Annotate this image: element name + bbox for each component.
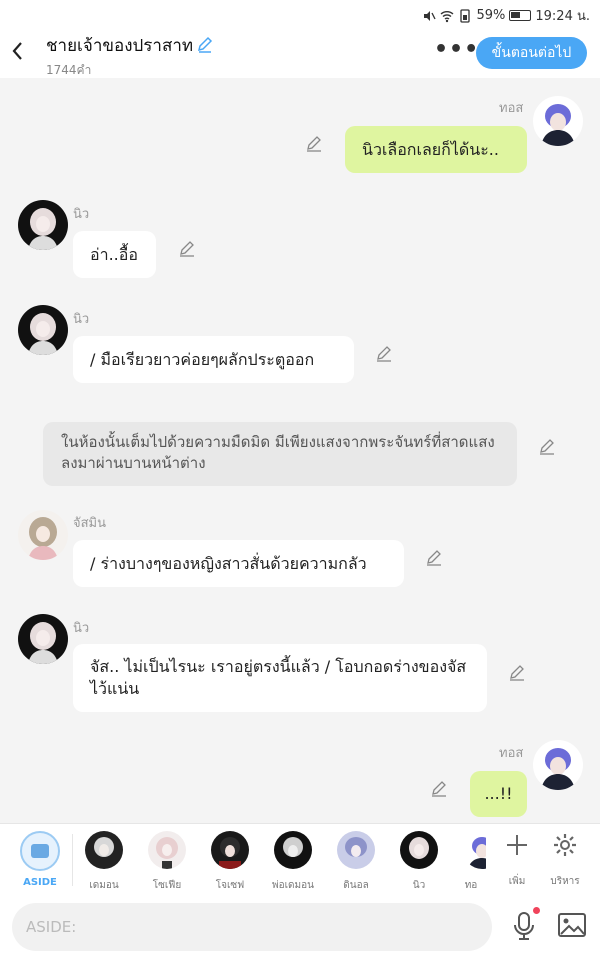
more-menu-button[interactable]: ••• (434, 39, 479, 61)
avatar (148, 831, 186, 869)
message-bubble[interactable]: นิวเลือกเลยก็ได้นะ.. (345, 126, 527, 173)
edit-pencil-icon[interactable] (375, 345, 393, 363)
narration-bubble[interactable]: ในห้องนั้นเต็มไปด้วยความมืดมิด มีเพียงแส… (43, 422, 517, 486)
character-name: ทอ (464, 880, 478, 891)
edit-pencil-icon[interactable] (430, 780, 448, 798)
wifi-icon (441, 10, 454, 22)
clock: 19:24 น. (535, 9, 590, 24)
mute-icon (424, 10, 437, 21)
manage-label: บริหาร (550, 876, 580, 887)
battery-icon (509, 10, 532, 21)
message-sender: ทอส (499, 746, 524, 761)
sim-icon (460, 8, 471, 23)
character-name: ดินอล (343, 880, 369, 891)
message-bubble[interactable]: อ่า..อื้อ (73, 231, 156, 278)
edit-pencil-icon[interactable] (508, 664, 526, 682)
message-input[interactable] (12, 903, 492, 951)
message-sender: ทอส (499, 101, 524, 116)
avatar (337, 831, 375, 869)
character-demon-father[interactable]: พ่อเดมอน (267, 831, 319, 893)
character-joseph[interactable]: โจเซฟ (204, 831, 256, 893)
message-bubble[interactable]: / ร่างบางๆของหญิงสาวสั่นด้วยความกลัว (73, 540, 404, 587)
avatar (463, 831, 486, 869)
image-icon[interactable] (558, 913, 586, 937)
message-sender: จัสมิน (73, 516, 107, 531)
back-button[interactable] (8, 38, 30, 64)
avatar-niw[interactable] (18, 614, 68, 664)
character-dinol[interactable]: ดินอล (330, 831, 382, 893)
message-sender: นิว (73, 207, 90, 222)
character-name: โจเซฟ (215, 880, 245, 891)
message-bubble[interactable]: จัส.. ไม่เป็นไรนะ เราอยู่ตรงนี้แล้ว / โอ… (73, 644, 487, 712)
avatar (85, 831, 123, 869)
chat-area[interactable]: ทอส นิวเลือกเลยก็ได้นะ.. นิว อ่า..อื้อ น… (0, 78, 600, 823)
edit-pencil-icon[interactable] (178, 240, 196, 258)
edit-pencil-icon[interactable] (305, 135, 323, 153)
story-title-row[interactable]: ชายเจ้าของปราสาท (46, 32, 214, 59)
add-character-button[interactable]: เพิ่ม (497, 832, 537, 889)
notification-dot (533, 907, 540, 914)
title-block[interactable]: ชายเจ้าของปราสาท 1744คำ (46, 32, 214, 80)
microphone-icon[interactable] (510, 911, 538, 941)
manage-button[interactable]: บริหาร (545, 832, 585, 889)
status-bar: 59% 19:24 น. (0, 0, 600, 28)
avatar-tos[interactable] (533, 96, 583, 146)
battery-percent: 59% (476, 8, 506, 23)
input-bar (0, 895, 600, 960)
chevron-left-icon (12, 42, 22, 60)
divider (72, 834, 73, 886)
avatar (211, 831, 249, 869)
plus-icon (507, 835, 527, 855)
character-demon[interactable]: เดมอน (78, 831, 130, 893)
avatar-niw[interactable] (18, 305, 68, 355)
character-name: โซเฟีย (152, 880, 182, 891)
aside-label: ASIDE (23, 877, 57, 888)
edit-pencil-icon[interactable] (538, 438, 556, 456)
message-sender: นิว (73, 312, 90, 327)
character-sophia[interactable]: โซเฟีย (141, 831, 193, 893)
character-name: เดมอน (89, 880, 119, 891)
status-icons: 59% 19:24 น. (422, 5, 590, 26)
avatar-niw[interactable] (18, 200, 68, 250)
gear-icon (554, 834, 576, 856)
next-step-button[interactable]: ขั้นตอนต่อไป (476, 37, 587, 69)
edit-pencil-icon[interactable] (425, 549, 443, 567)
aside-button[interactable]: ASIDE (18, 831, 62, 891)
message-sender: นิว (73, 621, 90, 636)
character-tos[interactable]: ทอ (456, 831, 486, 893)
edit-title-icon[interactable] (196, 35, 214, 53)
avatar (400, 831, 438, 869)
character-name: นิว (412, 880, 426, 891)
character-bar: ASIDE เดมอน โซเฟีย โจเซฟ พ่อเดมอน ดินอล … (0, 823, 600, 895)
story-title: ชายเจ้าของปราสาท (46, 36, 194, 56)
add-label: เพิ่ม (508, 876, 526, 887)
message-bubble[interactable]: ...!! (470, 771, 527, 817)
avatar (274, 831, 312, 869)
message-bubble[interactable]: / มือเรียวยาวค่อยๆผลักประตูออก (73, 336, 354, 383)
character-name: พ่อเดมอน (272, 880, 314, 891)
character-niw[interactable]: นิว (393, 831, 445, 893)
aside-icon (20, 831, 60, 871)
avatar-tos[interactable] (533, 740, 583, 790)
header: ชายเจ้าของปราสาท 1744คำ ••• ขั้นตอนต่อไป (0, 28, 600, 78)
avatar-jasmin[interactable] (18, 510, 68, 560)
